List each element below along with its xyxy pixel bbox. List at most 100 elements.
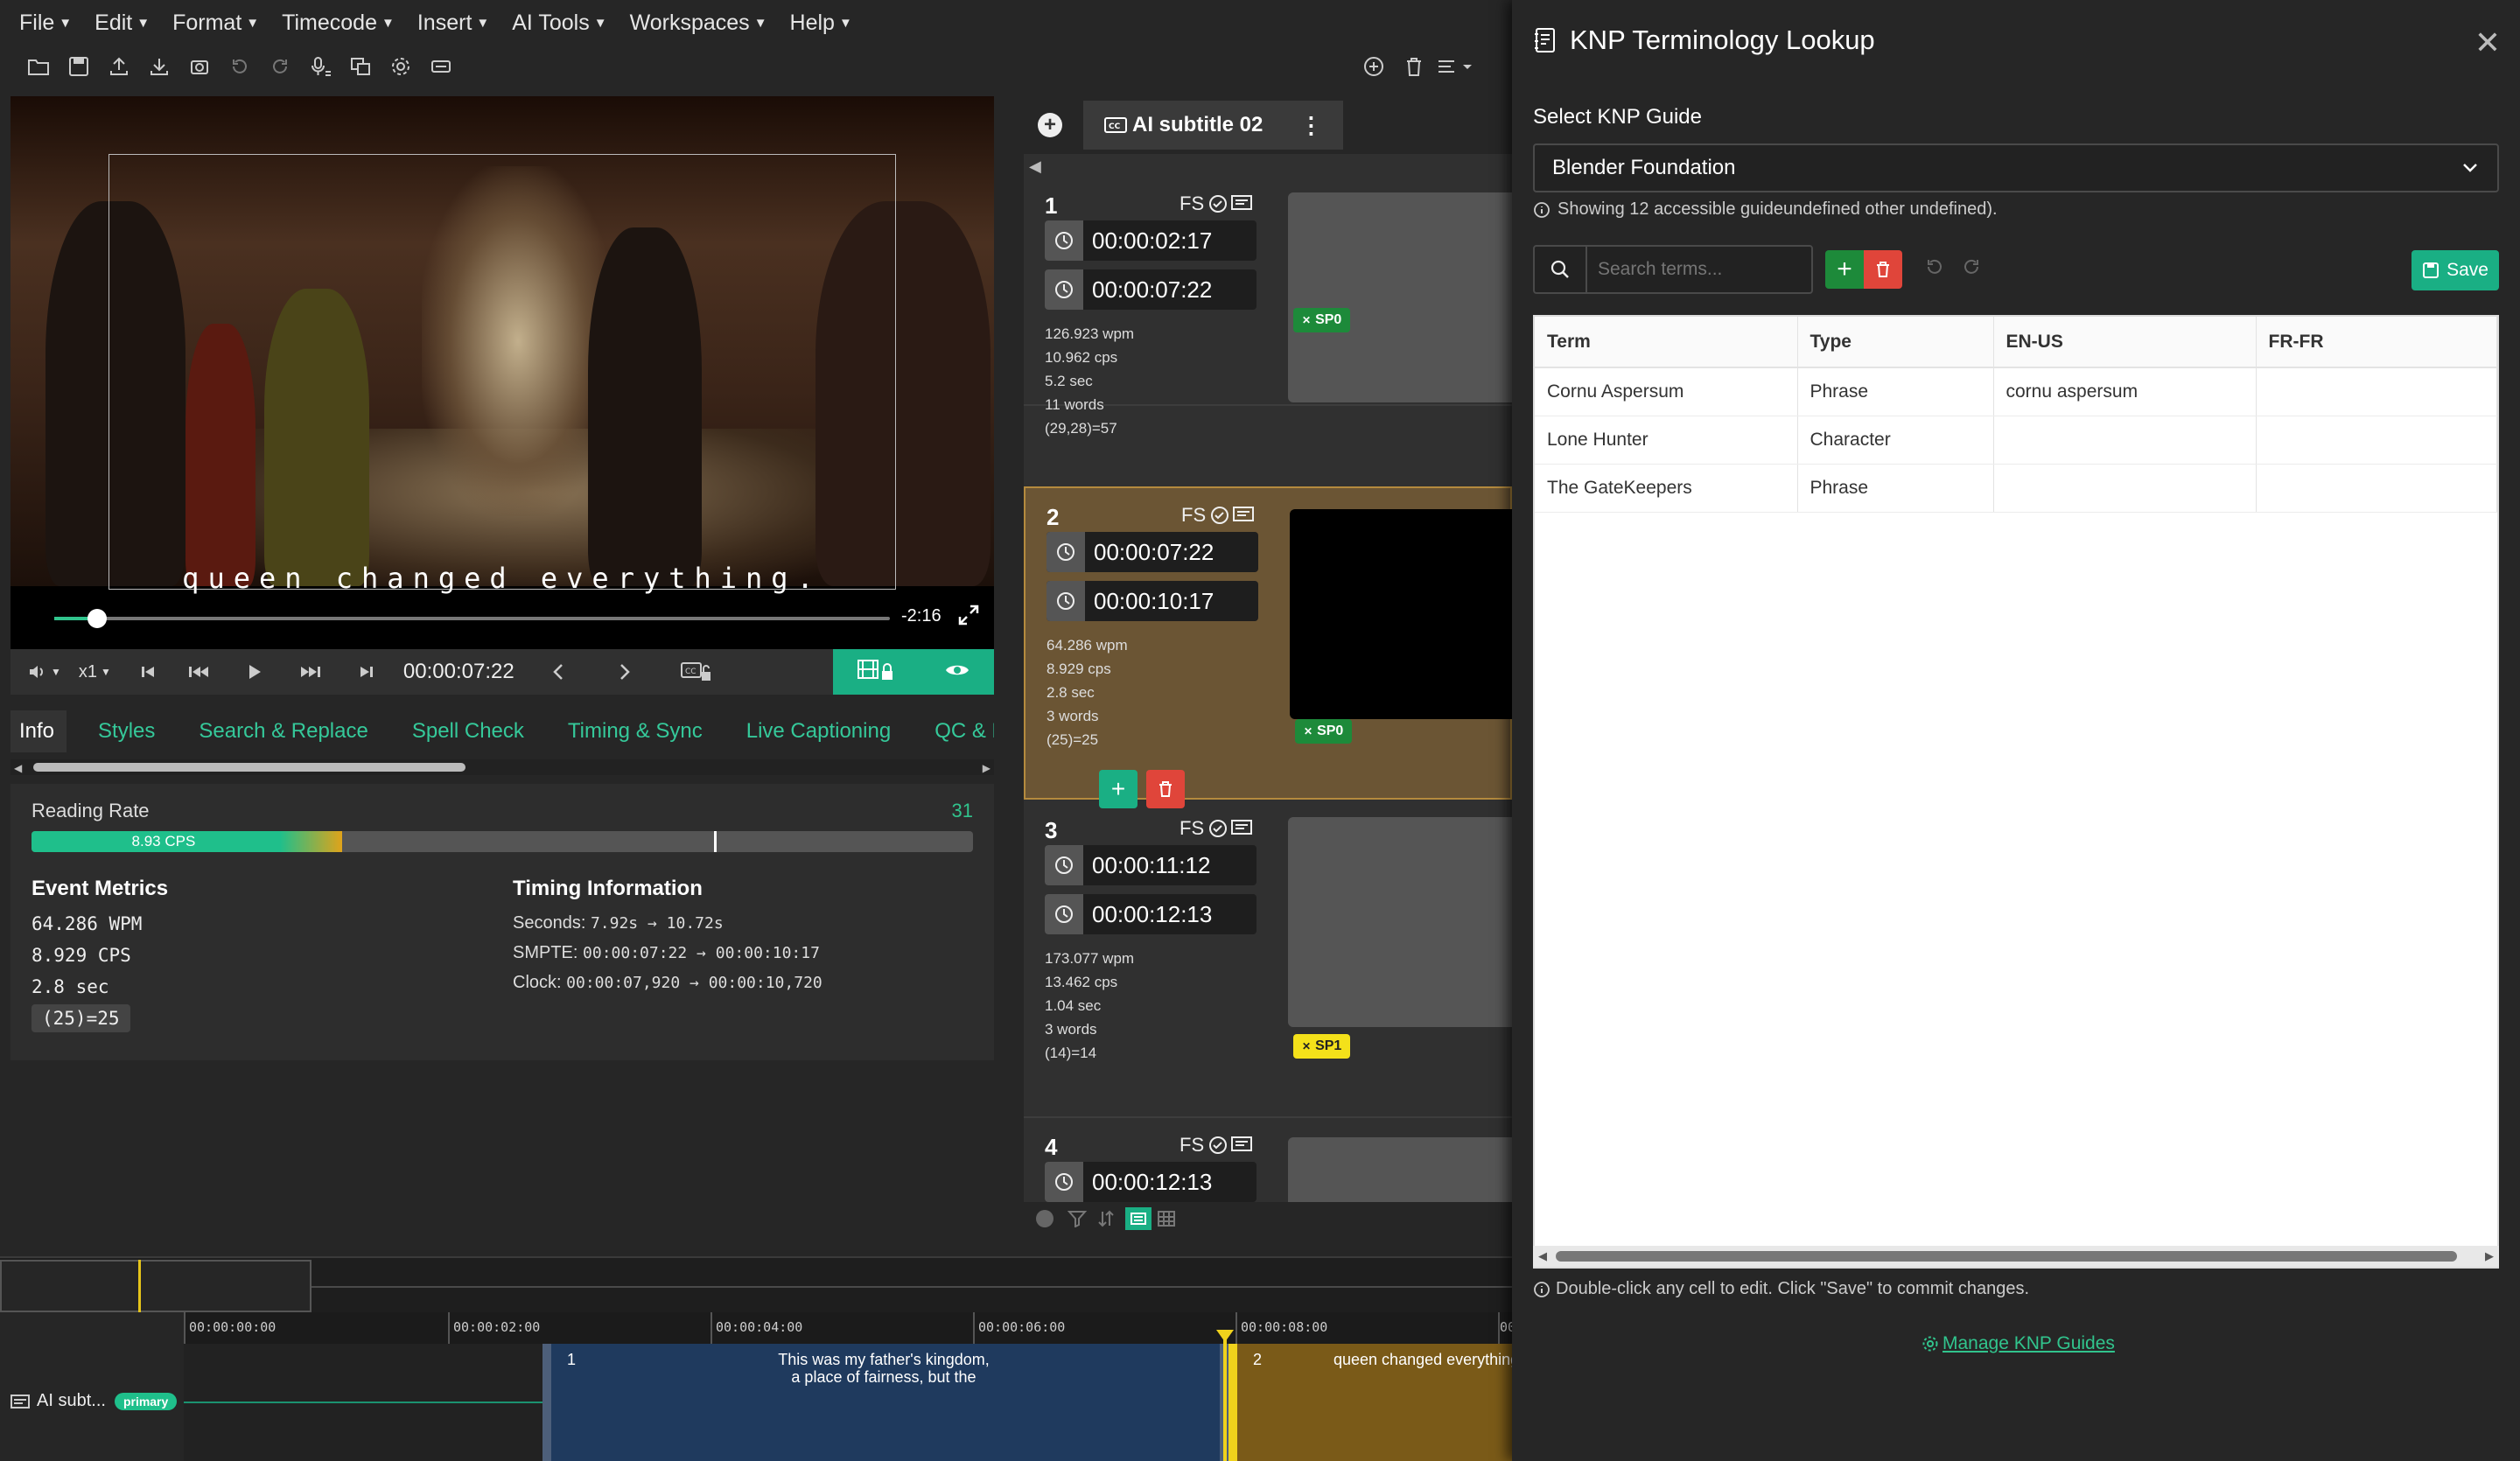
add-circle-icon[interactable] xyxy=(1356,49,1391,84)
timeline-event-2[interactable]: 2 queen changed everything xyxy=(1228,1344,1512,1461)
redo-icon[interactable] xyxy=(262,49,298,84)
comment-icon[interactable] xyxy=(1230,1135,1253,1156)
scroll-right-icon[interactable]: ▶ xyxy=(2485,1249,2494,1263)
captions-lock-button[interactable]: CC xyxy=(680,661,712,682)
table-cell[interactable]: Phrase xyxy=(1797,464,1994,513)
start-time-field[interactable]: 00:00:07:22 xyxy=(1046,532,1258,572)
skip-end-button[interactable] xyxy=(360,665,374,679)
menu-ai-tools[interactable]: AI Tools ▼ xyxy=(512,10,606,36)
guide-select[interactable]: Blender Foundation xyxy=(1533,143,2499,192)
subtitle-event-3[interactable]: 3 FS 00:00:11:12 00:00:12:13 173.077 wpm… xyxy=(1024,801,1512,1118)
keyboard-icon[interactable] xyxy=(424,49,458,84)
speaker-badge[interactable]: ✕ SP1 xyxy=(1293,1034,1351,1059)
tabs-scroll-thumb[interactable] xyxy=(33,763,466,772)
table-cell[interactable]: cornu aspersum xyxy=(1993,367,2257,416)
table-cell[interactable] xyxy=(1993,464,2257,513)
table-row[interactable]: Lone Hunter Character xyxy=(1535,416,2497,465)
video-player[interactable]: queen changed everything. -2:16 xyxy=(10,96,994,649)
add-term-button[interactable]: + xyxy=(1825,250,1864,289)
filter-icon[interactable] xyxy=(1068,1210,1087,1227)
menu-help[interactable]: Help ▼ xyxy=(790,10,852,36)
table-cell[interactable] xyxy=(2256,416,2497,465)
seek-handle[interactable] xyxy=(88,609,107,628)
scroll-left-icon[interactable]: ◀ xyxy=(1029,157,1041,176)
timeline-viewport[interactable] xyxy=(0,1260,312,1312)
column-header-term[interactable]: Term xyxy=(1535,317,1798,368)
comment-icon[interactable] xyxy=(1232,505,1255,526)
volume-button[interactable]: ▼ xyxy=(28,664,61,680)
upload-icon[interactable] xyxy=(102,49,136,84)
timeline-event-1[interactable]: 1 This was my father's kingdom, a place o… xyxy=(542,1344,1228,1461)
translate-icon[interactable] xyxy=(343,49,378,84)
table-cell[interactable] xyxy=(2256,367,2497,416)
list-view-icon[interactable] xyxy=(1125,1207,1152,1230)
save-button[interactable]: Save xyxy=(2412,250,2499,290)
end-time-field[interactable]: 00:00:12:13 xyxy=(1045,894,1256,934)
undo-icon[interactable] xyxy=(1925,257,1944,281)
grid-view-icon[interactable] xyxy=(1157,1210,1176,1227)
close-icon[interactable]: ✕ xyxy=(1304,725,1312,737)
table-cell[interactable] xyxy=(2256,464,2497,513)
add-track-button[interactable]: + xyxy=(1038,113,1062,137)
table-row[interactable]: The GateKeepers Phrase xyxy=(1535,464,2497,513)
search-input[interactable] xyxy=(1598,259,1808,280)
fullscreen-icon[interactable] xyxy=(957,604,980,631)
check-circle-icon[interactable] xyxy=(1209,505,1230,526)
menu-file[interactable]: File ▼ xyxy=(19,10,72,36)
tab-search-replace[interactable]: Search & Replace xyxy=(199,719,368,744)
close-icon[interactable]: ✕ xyxy=(2474,24,2501,61)
open-folder-icon[interactable] xyxy=(21,49,56,84)
skip-start-button[interactable] xyxy=(141,665,155,679)
start-time-field[interactable]: 00:00:12:13 xyxy=(1045,1162,1256,1202)
speed-button[interactable]: x1 ▼ xyxy=(79,662,111,682)
more-vertical-icon[interactable]: ⋮ xyxy=(1299,112,1322,139)
tab-timing-sync[interactable]: Timing & Sync xyxy=(568,719,703,744)
scroll-left-icon[interactable]: ◀ xyxy=(1538,1249,1547,1263)
menu-edit[interactable]: Edit ▼ xyxy=(94,10,150,36)
microphone-icon[interactable] xyxy=(303,49,338,84)
rewind-button[interactable] xyxy=(188,665,209,679)
table-cell[interactable]: Lone Hunter xyxy=(1535,416,1798,465)
menu-workspaces[interactable]: Workspaces ▼ xyxy=(630,10,767,36)
align-menu-icon[interactable] xyxy=(1437,49,1472,84)
fast-forward-button[interactable] xyxy=(300,665,321,679)
subtitle-track-tab[interactable]: CC AI subtitle 02 ⋮ xyxy=(1083,101,1344,150)
timeline-overview[interactable] xyxy=(0,1256,1512,1312)
tab-styles[interactable]: Styles xyxy=(98,719,155,744)
start-time-field[interactable]: 00:00:02:17 xyxy=(1045,220,1256,261)
table-row[interactable]: Cornu Aspersum Phrase cornu aspersum xyxy=(1535,367,2497,416)
comment-icon[interactable] xyxy=(1230,818,1253,839)
eye-icon[interactable] xyxy=(945,662,970,682)
scroll-right-icon[interactable]: ▶ xyxy=(983,762,990,774)
column-header-fr-fr[interactable]: FR-FR xyxy=(2256,317,2497,368)
download-icon[interactable] xyxy=(142,49,177,84)
prev-event-button[interactable] xyxy=(552,663,564,681)
menu-format[interactable]: Format ▼ xyxy=(172,10,259,36)
gear-icon[interactable] xyxy=(383,49,418,84)
end-time-field[interactable]: 00:00:07:22 xyxy=(1045,269,1256,310)
play-button[interactable] xyxy=(248,664,262,680)
manage-guides-link[interactable]: Manage KNP Guides xyxy=(1922,1333,2115,1354)
menu-timecode[interactable]: Timecode ▼ xyxy=(282,10,395,36)
table-cell[interactable] xyxy=(1993,416,2257,465)
subtitle-event-1[interactable]: 1 FS 00:00:02:17 00:00:07:22 126.923 wpm… xyxy=(1024,177,1512,437)
tab-info[interactable]: Info xyxy=(10,710,67,752)
undo-icon[interactable] xyxy=(222,49,257,84)
table-cell[interactable]: Character xyxy=(1797,416,1994,465)
track-label[interactable]: AI subt... primary xyxy=(10,1391,178,1411)
playhead-handle[interactable] xyxy=(1216,1330,1234,1342)
import-media-icon[interactable] xyxy=(182,49,217,84)
timeline-ruler[interactable]: 00:00:00:00 00:00:02:00 00:00:04:00 00:0… xyxy=(184,1312,1512,1344)
film-lock-icon[interactable] xyxy=(858,659,896,686)
sort-icon[interactable] xyxy=(1097,1210,1115,1227)
table-cell[interactable]: Phrase xyxy=(1797,367,1994,416)
playhead[interactable] xyxy=(1223,1330,1227,1461)
subtitle-event-2[interactable]: 2 FS 00:00:07:22 00:00:10:17 64.286 wpm … xyxy=(1024,486,1512,808)
delete-term-button[interactable] xyxy=(1864,250,1902,289)
tab-spell-check[interactable]: Spell Check xyxy=(412,719,524,744)
tab-live-captioning[interactable]: Live Captioning xyxy=(746,719,891,744)
redo-icon[interactable] xyxy=(1962,257,1981,281)
comment-icon[interactable] xyxy=(1230,193,1253,214)
timeline-track[interactable]: 1 This was my father's kingdom, a place o… xyxy=(184,1344,1512,1461)
table-cell[interactable]: The GateKeepers xyxy=(1535,464,1798,513)
